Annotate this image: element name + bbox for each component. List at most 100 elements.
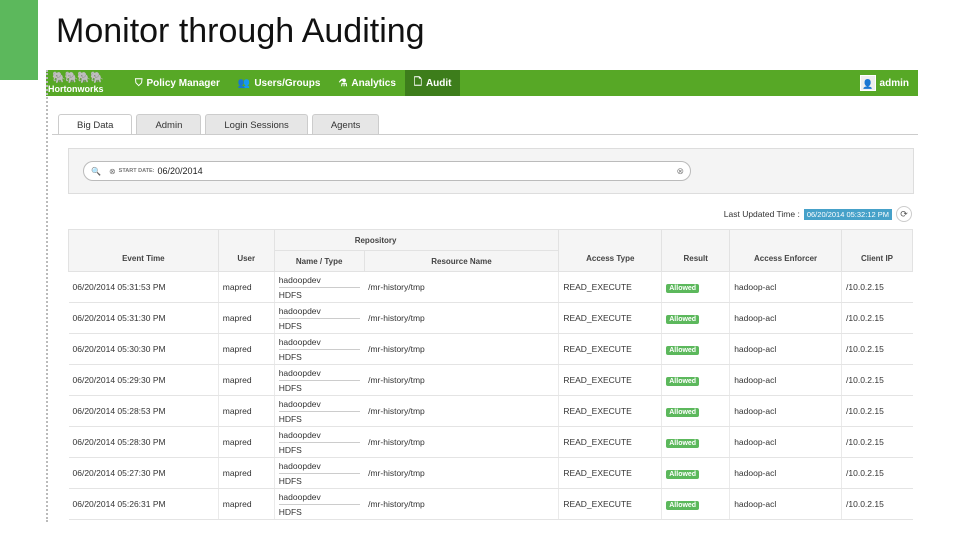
last-updated-value: 06/20/2014 05:32:12 PM bbox=[803, 208, 892, 220]
cell-event-time: 06/20/2014 05:30:30 PM bbox=[68, 333, 219, 365]
repo-name: hadoopdev bbox=[278, 337, 361, 350]
nav-label: Users/Groups bbox=[254, 77, 321, 89]
table-row[interactable]: 06/20/2014 05:31:30 PM mapred hadoopdev H… bbox=[68, 302, 913, 334]
col-result[interactable]: Result bbox=[661, 229, 731, 272]
cell-resource: /mr-history/tmp bbox=[364, 395, 559, 427]
col-access-type[interactable]: Access Type bbox=[558, 229, 663, 272]
cell-resource: /mr-history/tmp bbox=[364, 426, 559, 458]
document-icon: 🗋 bbox=[413, 76, 422, 88]
refresh-icon[interactable]: ⟳ bbox=[896, 206, 912, 222]
cell-enforcer: hadoop-acl bbox=[729, 271, 842, 303]
col-name-type[interactable]: Name / Type bbox=[273, 250, 365, 272]
hortonworks-logo[interactable]: 🐘🐘🐘🐘 Hortonworks bbox=[46, 70, 126, 96]
col-access-enforcer[interactable]: Access Enforcer bbox=[729, 229, 843, 272]
cell-resource: /mr-history/tmp bbox=[364, 364, 559, 396]
cell-event-time: 06/20/2014 05:31:30 PM bbox=[68, 302, 219, 334]
elephant-logo-icon: 🐘🐘🐘🐘 bbox=[52, 72, 104, 84]
cell-repository: hadoopdev HDFS bbox=[273, 395, 365, 427]
cell-access-type: READ_EXECUTE bbox=[558, 333, 662, 365]
cell-event-time: 06/20/2014 05:27:30 PM bbox=[68, 457, 219, 489]
user-name: admin bbox=[879, 77, 909, 89]
cell-access-type: READ_EXECUTE bbox=[558, 426, 662, 458]
clear-search-icon[interactable]: ⊗ bbox=[676, 166, 684, 177]
cell-result: Allowed bbox=[661, 457, 730, 489]
repo-name: hadoopdev bbox=[278, 306, 361, 319]
cell-access-type: READ_EXECUTE bbox=[558, 488, 662, 520]
cell-resource: /mr-history/tmp bbox=[364, 488, 559, 520]
table-row[interactable]: 06/20/2014 05:30:30 PM mapred hadoopdev H… bbox=[68, 333, 913, 365]
tab-big-data[interactable]: Big Data bbox=[58, 114, 133, 135]
cell-result: Allowed bbox=[661, 271, 730, 303]
cell-result: Allowed bbox=[661, 426, 730, 458]
filter-chip-start-date[interactable]: ⊗ START DATE: 06/20/2014 bbox=[109, 166, 203, 176]
tab-admin[interactable]: Admin bbox=[136, 114, 202, 135]
table-row[interactable]: 06/20/2014 05:31:53 PM mapred hadoopdev H… bbox=[68, 271, 913, 303]
repo-type: HDFS bbox=[278, 382, 302, 393]
repo-name: hadoopdev bbox=[278, 368, 361, 381]
repo-type: HDFS bbox=[278, 413, 302, 424]
cell-client-ip: /10.0.2.15 bbox=[841, 395, 913, 427]
nav-analytics[interactable]: ⚗ Analytics bbox=[329, 70, 404, 96]
cell-result: Allowed bbox=[661, 302, 730, 334]
repo-name: hadoopdev bbox=[278, 430, 361, 443]
cell-user: mapred bbox=[217, 395, 275, 427]
nav-policy-manager[interactable]: ⛉ Policy Manager bbox=[126, 70, 229, 96]
repo-type: HDFS bbox=[278, 351, 302, 362]
repo-type: HDFS bbox=[278, 475, 302, 486]
table-row[interactable]: 06/20/2014 05:29:30 PM mapred hadoopdev H… bbox=[68, 364, 913, 396]
cell-client-ip: /10.0.2.15 bbox=[841, 333, 913, 365]
tab-login-sessions[interactable]: Login Sessions bbox=[205, 114, 308, 135]
avatar-icon: 👤 bbox=[859, 75, 876, 91]
cell-access-type: READ_EXECUTE bbox=[558, 271, 662, 303]
filter-value[interactable]: 06/20/2014 bbox=[158, 166, 203, 176]
tab-agents[interactable]: Agents bbox=[311, 114, 380, 135]
nav-audit[interactable]: 🗋 Audit bbox=[404, 70, 461, 96]
status-badge: Allowed bbox=[666, 500, 700, 510]
cell-access-type: READ_EXECUTE bbox=[558, 302, 662, 334]
nav-label: Analytics bbox=[351, 77, 396, 89]
cell-result: Allowed bbox=[661, 488, 730, 520]
status-badge: Allowed bbox=[666, 283, 700, 293]
status-badge: Allowed bbox=[666, 376, 700, 386]
cell-resource: /mr-history/tmp bbox=[364, 271, 559, 303]
status-badge: Allowed bbox=[666, 314, 700, 324]
repo-name: hadoopdev bbox=[278, 492, 361, 505]
tab-divider bbox=[52, 134, 918, 135]
repo-type: HDFS bbox=[278, 506, 302, 517]
col-group-repository: Repository bbox=[273, 229, 560, 251]
cell-enforcer: hadoop-acl bbox=[729, 364, 842, 396]
table-row[interactable]: 06/20/2014 05:27:30 PM mapred hadoopdev H… bbox=[68, 457, 913, 489]
cell-enforcer: hadoop-acl bbox=[729, 333, 842, 365]
table-row[interactable]: 06/20/2014 05:28:30 PM mapred hadoopdev H… bbox=[68, 426, 913, 458]
search-input[interactable]: 🔍 ⊗ START DATE: 06/20/2014 ⊗ bbox=[83, 161, 691, 181]
cell-repository: hadoopdev HDFS bbox=[273, 333, 365, 365]
col-event-time[interactable]: Event Time bbox=[68, 229, 219, 272]
status-badge: Allowed bbox=[666, 407, 700, 417]
cell-repository: hadoopdev HDFS bbox=[273, 364, 365, 396]
cell-user: mapred bbox=[217, 302, 275, 334]
table-row[interactable]: 06/20/2014 05:28:53 PM mapred hadoopdev H… bbox=[68, 395, 913, 427]
nav-users-groups[interactable]: 👥 Users/Groups bbox=[229, 70, 330, 96]
repo-type: HDFS bbox=[278, 289, 302, 300]
last-updated: Last Updated Time : 06/20/2014 05:32:12 … bbox=[724, 206, 912, 222]
col-client-ip[interactable]: Client IP bbox=[841, 229, 913, 272]
ranger-screenshot: 🐘🐘🐘🐘 Hortonworks ⛉ Policy Manager 👥 User… bbox=[46, 70, 918, 522]
cell-enforcer: hadoop-acl bbox=[729, 488, 842, 520]
table-row[interactable]: 06/20/2014 05:26:31 PM mapred hadoopdev H… bbox=[68, 488, 913, 520]
audit-table: Event Time User Repository Access Type R… bbox=[68, 229, 913, 520]
cell-repository: hadoopdev HDFS bbox=[273, 457, 365, 489]
flask-icon: ⚗ bbox=[338, 77, 348, 89]
screenshot-left-edge bbox=[46, 70, 50, 522]
slide-title: Monitor through Auditing bbox=[56, 12, 425, 50]
cell-user: mapred bbox=[217, 364, 275, 396]
filter-label: START DATE: bbox=[118, 168, 155, 174]
logo-text: Hortonworks bbox=[48, 84, 104, 94]
user-menu[interactable]: 👤 admin bbox=[851, 70, 918, 96]
col-resource-name[interactable]: Resource Name bbox=[363, 250, 560, 272]
status-badge: Allowed bbox=[666, 345, 700, 355]
col-user[interactable]: User bbox=[217, 229, 275, 272]
cell-repository: hadoopdev HDFS bbox=[273, 302, 365, 334]
remove-filter-icon[interactable]: ⊗ bbox=[109, 167, 116, 176]
shield-icon: ⛉ bbox=[135, 77, 143, 89]
cell-user: mapred bbox=[217, 426, 275, 458]
